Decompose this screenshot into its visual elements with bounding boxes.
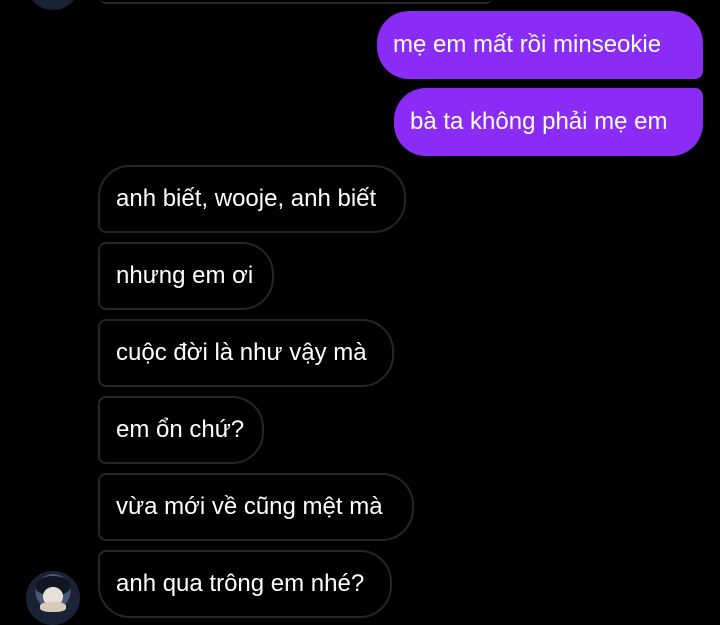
received-message[interactable]: nhưng em ơi bbox=[98, 242, 274, 310]
received-message-text: anh biết, wooje, anh biết bbox=[116, 185, 377, 212]
contact-avatar-top[interactable] bbox=[26, 0, 80, 10]
previous-message-bubble-edge bbox=[100, 0, 492, 4]
received-message-text: anh qua trông em nhé? bbox=[116, 570, 365, 597]
received-message-text: em ổn chứ? bbox=[116, 416, 245, 443]
sent-message[interactable]: mẹ em mất rồi minseokie bbox=[377, 11, 703, 79]
received-message-text: cuộc đời là như vậy mà bbox=[116, 339, 367, 366]
received-message[interactable]: anh biết, wooje, anh biết bbox=[98, 165, 406, 233]
sent-message[interactable]: bà ta không phải mẹ em bbox=[394, 88, 703, 156]
sent-message-text: mẹ em mất rồi minseokie bbox=[393, 31, 662, 58]
received-message[interactable]: cuộc đời là như vậy mà bbox=[98, 319, 394, 387]
sent-message-text: bà ta không phải mẹ em bbox=[410, 108, 668, 135]
contact-avatar[interactable] bbox=[26, 571, 80, 625]
received-message[interactable]: anh qua trông em nhé? bbox=[98, 550, 392, 618]
received-message-text: nhưng em ơi bbox=[116, 262, 254, 289]
received-message[interactable]: em ổn chứ? bbox=[98, 396, 264, 464]
received-message[interactable]: vừa mới về cũng mệt mà bbox=[98, 473, 414, 541]
received-message-text: vừa mới về cũng mệt mà bbox=[116, 493, 383, 520]
